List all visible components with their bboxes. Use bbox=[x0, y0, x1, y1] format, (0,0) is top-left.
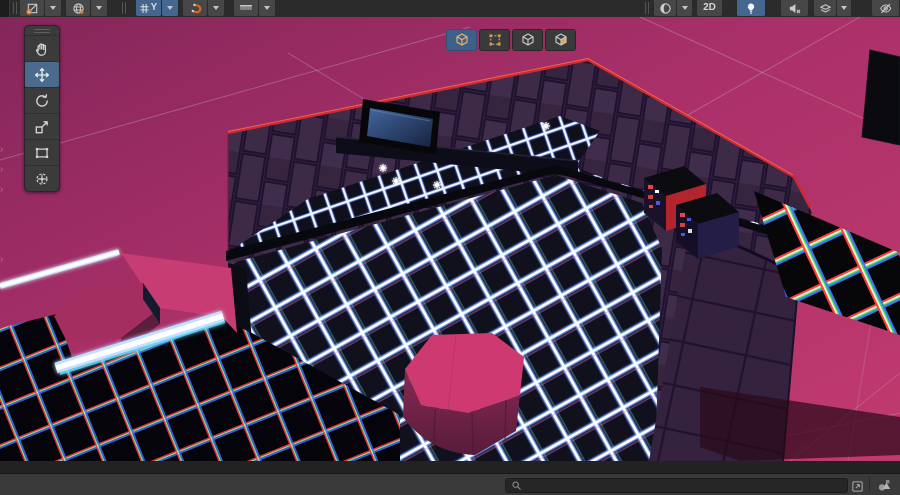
light-gizmo-icon[interactable] bbox=[392, 177, 400, 185]
collapsed-overlay-chevron[interactable]: › bbox=[0, 165, 3, 175]
scale-tool-button[interactable] bbox=[25, 113, 59, 139]
lightbulb-icon bbox=[747, 2, 755, 14]
light-gizmo-icon[interactable] bbox=[542, 122, 550, 130]
search-input[interactable] bbox=[522, 480, 847, 491]
scene-viewport[interactable]: › › › › bbox=[0, 17, 900, 461]
maximize-icon bbox=[851, 480, 863, 492]
grid-ruler-icon bbox=[239, 5, 253, 10]
view-tool-button[interactable] bbox=[25, 35, 59, 61]
object-selection-button[interactable] bbox=[446, 29, 477, 51]
transform-tool-button[interactable] bbox=[25, 165, 59, 191]
search-icon bbox=[512, 481, 521, 490]
bottom-panel-toolbar bbox=[0, 473, 900, 495]
scene-visibility-button[interactable] bbox=[872, 0, 899, 16]
globe-icon bbox=[72, 2, 84, 14]
mode-2d-button[interactable]: 2D bbox=[697, 0, 722, 16]
handle-position-dropdown[interactable] bbox=[45, 0, 61, 16]
effects-dropdown[interactable] bbox=[837, 0, 851, 16]
chevron-down-icon bbox=[50, 6, 56, 10]
cube-face-icon bbox=[554, 33, 567, 46]
scene-render bbox=[0, 17, 900, 461]
toolbar-separator bbox=[645, 2, 649, 14]
rect-tool-button[interactable] bbox=[25, 139, 59, 165]
audio-toggle-button[interactable] bbox=[781, 0, 808, 16]
cube-wire-icon bbox=[455, 33, 468, 46]
vertex-selection-button[interactable] bbox=[479, 29, 510, 51]
cube-edge-icon bbox=[521, 33, 534, 46]
pivot-icon bbox=[25, 3, 37, 15]
handle-rotation-dropdown[interactable] bbox=[91, 0, 107, 16]
effects-button[interactable] bbox=[814, 0, 836, 16]
grid-size-dropdown[interactable] bbox=[259, 0, 275, 16]
grid-axis-icon bbox=[140, 3, 149, 13]
search-field[interactable] bbox=[505, 478, 848, 493]
grid-size-button[interactable] bbox=[234, 0, 258, 16]
light-gizmo-icon[interactable] bbox=[433, 181, 441, 189]
scene-toolbar: Y 2D bbox=[0, 0, 900, 17]
collapsed-overlay-chevron[interactable]: › bbox=[0, 145, 3, 155]
rotate-icon bbox=[36, 93, 48, 107]
rect-icon bbox=[35, 147, 49, 158]
transform-icon bbox=[36, 172, 48, 185]
grid-axis-dropdown[interactable] bbox=[162, 0, 178, 16]
effects-layers-icon bbox=[819, 4, 831, 13]
toolbar-separator bbox=[13, 2, 17, 14]
shading-mode-dropdown[interactable] bbox=[677, 0, 692, 16]
maximize-button[interactable] bbox=[849, 478, 865, 494]
snap-dropdown[interactable] bbox=[208, 0, 224, 16]
overlay-drag-handle[interactable] bbox=[25, 26, 59, 35]
overlay-corner bbox=[0, 0, 10, 17]
grid-axis-label: Y bbox=[150, 2, 158, 13]
rotate-tool-button[interactable] bbox=[25, 87, 59, 113]
handle-position-button[interactable] bbox=[20, 0, 44, 16]
chevron-down-icon bbox=[96, 6, 102, 10]
shading-mode-button[interactable] bbox=[654, 0, 676, 16]
face-selection-button[interactable] bbox=[545, 29, 576, 51]
move-tool-button[interactable] bbox=[25, 61, 59, 87]
chevron-down-icon bbox=[213, 6, 219, 10]
lighting-toggle-button[interactable] bbox=[737, 0, 765, 16]
toolbar-separator bbox=[122, 2, 126, 14]
chevron-down-icon bbox=[264, 6, 270, 10]
scale-icon bbox=[35, 120, 48, 133]
create-shapes-button[interactable] bbox=[876, 477, 892, 493]
bottom-bar-separator bbox=[869, 477, 870, 493]
mode-2d-label: 2D bbox=[703, 2, 716, 13]
edge-selection-button[interactable] bbox=[512, 29, 543, 51]
collapsed-overlay-chevron[interactable]: › bbox=[0, 185, 3, 195]
move-arrows-icon bbox=[35, 67, 49, 82]
grid-axis-button[interactable]: Y bbox=[136, 0, 161, 16]
hand-icon bbox=[35, 42, 47, 56]
chevron-down-icon bbox=[681, 6, 688, 10]
magnet-icon bbox=[191, 3, 201, 13]
eye-hidden-icon bbox=[879, 3, 891, 13]
chevron-down-icon bbox=[841, 6, 847, 10]
audio-muted-icon bbox=[789, 3, 800, 13]
vertex-rect-icon bbox=[488, 34, 501, 46]
shapes-icon bbox=[878, 479, 890, 491]
tools-overlay bbox=[24, 25, 60, 192]
unity-scene-view-window: Y 2D › › › › bbox=[0, 0, 900, 495]
collapsed-overlay-chevron[interactable]: › bbox=[0, 255, 3, 265]
edit-mode-bar bbox=[446, 29, 576, 51]
panel-divider-bar bbox=[0, 461, 900, 473]
snap-button[interactable] bbox=[183, 0, 207, 16]
chevron-down-icon bbox=[167, 6, 173, 10]
handle-rotation-button[interactable] bbox=[66, 0, 90, 16]
shaded-sphere-icon bbox=[659, 2, 671, 14]
light-gizmo-icon[interactable] bbox=[379, 164, 387, 172]
